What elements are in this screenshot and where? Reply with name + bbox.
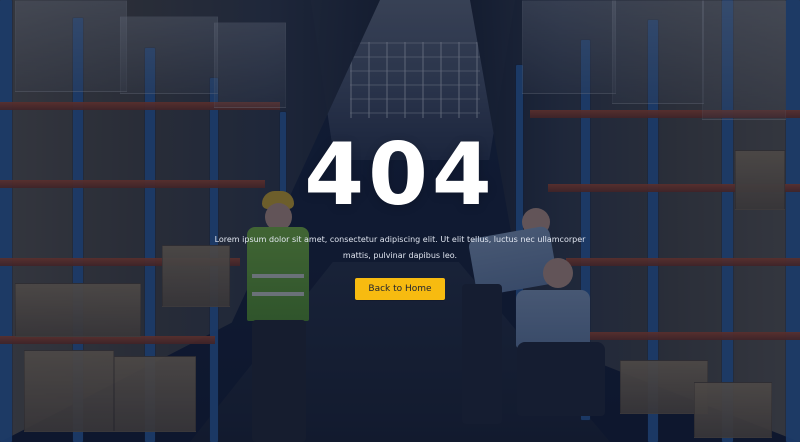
back-to-home-button[interactable]: Back to Home	[355, 278, 445, 300]
error-page: 404 Lorem ipsum dolor sit amet, consecte…	[0, 0, 800, 442]
error-message: Lorem ipsum dolor sit amet, consectetur …	[214, 235, 586, 260]
error-code: 404	[304, 125, 496, 225]
error-content: 404 Lorem ipsum dolor sit amet, consecte…	[0, 0, 800, 442]
